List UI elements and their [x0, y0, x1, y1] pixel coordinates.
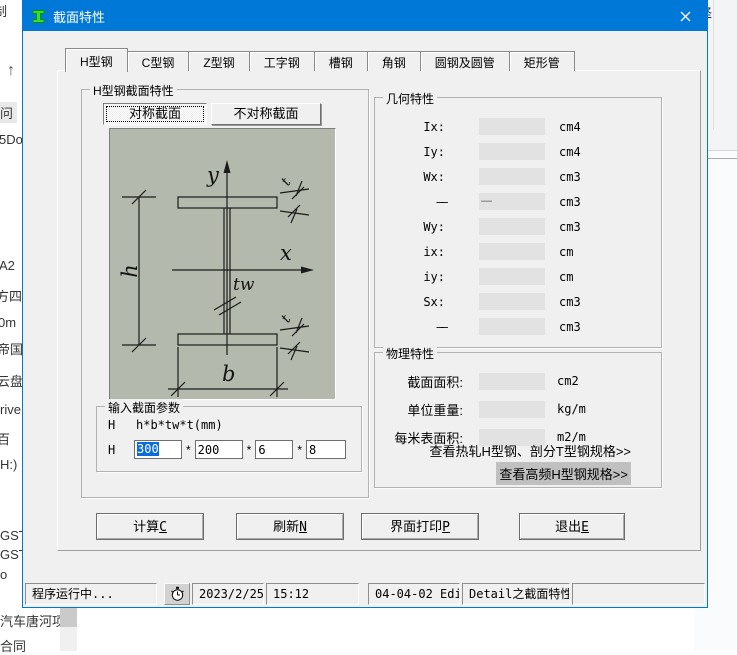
- tab-round-steel-pipe[interactable]: 圆钢及圆管: [420, 51, 510, 71]
- status-date: 2023/2/25: [192, 583, 264, 605]
- geometry-row: Wy:cm3: [375, 214, 661, 239]
- input-params-legend: 输入截面参数: [105, 399, 183, 416]
- diagram-label-y: y: [206, 163, 220, 187]
- clock-cell: [164, 583, 190, 605]
- geometry-row: iy:cm: [375, 264, 661, 289]
- refresh-button[interactable]: 刷新N: [236, 513, 344, 540]
- diagram-label-h: h: [118, 264, 142, 278]
- multiply-sign: *: [186, 443, 191, 457]
- status-running: 程序运行中...: [25, 583, 157, 605]
- bg-text: 5Do: [0, 132, 23, 147]
- print-button[interactable]: 界面打印P: [361, 513, 479, 540]
- row-label: H: [108, 443, 134, 457]
- diagram-label-t-top: t: [278, 175, 295, 189]
- status-bar: 程序运行中... 2023/2/25 15:12 04-04-02 Editio…: [25, 583, 707, 606]
- tab-rect-pipe[interactable]: 矩形管: [509, 51, 575, 71]
- section-diagram: y x tw h b: [110, 129, 335, 399]
- tab-c-steel[interactable]: C型钢: [127, 51, 190, 71]
- type-code: H: [108, 418, 136, 432]
- dialog-titlebar[interactable]: 截面特性: [23, 1, 707, 31]
- bg-text: 问: [0, 102, 17, 123]
- bg-text: 百: [0, 429, 10, 448]
- bg-text: 方四: [0, 286, 22, 305]
- bg-text: 合同: [0, 636, 26, 655]
- dimension-input-row: H 300 * * *: [108, 440, 346, 459]
- bg-text: A2: [0, 258, 15, 273]
- diagram-label-t-bottom: t: [278, 312, 295, 326]
- bg-text: o: [0, 567, 7, 582]
- hbeam-icon: [31, 9, 46, 24]
- bg-text: 汽车唐河项: [0, 611, 65, 630]
- status-time: 15:12: [266, 583, 359, 605]
- input-params-group: 输入截面参数 H h*b*tw*t(mm) H 300 * * *: [96, 406, 362, 472]
- geometry-group: 几何特性 Ix:cm4 Iy:cm4 Wx:cm3 ———cm3 Wy:cm3 …: [374, 97, 662, 348]
- result-field: [479, 293, 545, 310]
- result-field: [479, 118, 545, 135]
- diagram-label-b: b: [222, 362, 235, 386]
- dialog-title: 截面特性: [53, 7, 105, 26]
- tab-strip: H型钢 C型钢 Z型钢 工字钢 槽钢 角钢 圆钢及圆管 矩形管: [66, 47, 575, 71]
- width-input[interactable]: [195, 440, 243, 459]
- result-field: [479, 373, 545, 390]
- result-field: [479, 318, 545, 335]
- bg-text: 帝国: [0, 339, 23, 358]
- tab-angle-steel[interactable]: 角钢: [367, 51, 421, 71]
- hot-rolled-spec-link[interactable]: 查看热轧H型钢、剖分T型钢规格>>: [429, 441, 631, 460]
- tab-i-steel[interactable]: 工字钢: [249, 51, 315, 71]
- up-arrow[interactable]: ↑: [7, 62, 15, 80]
- result-field: [479, 168, 545, 185]
- bg-text: 0m: [0, 315, 16, 330]
- calculate-button[interactable]: 计算C: [96, 513, 204, 540]
- geometry-row: ix:cm: [375, 239, 661, 264]
- geometry-row: ———cm3: [375, 189, 661, 214]
- bg-text: H:): [0, 457, 17, 472]
- status-detail: Detail之截面特性: [462, 583, 570, 605]
- bg-scrollbar[interactable]: [60, 608, 77, 651]
- formula-row: H h*b*tw*t(mm): [108, 418, 223, 432]
- bg-text: 云盘: [0, 371, 23, 390]
- exit-button[interactable]: 退出E: [519, 513, 625, 540]
- geometry-row: Sx:cm3: [375, 289, 661, 314]
- tab-channel-steel[interactable]: 槽钢: [314, 51, 368, 71]
- section-properties-dialog: 截面特性 H型钢 C型钢 Z型钢 工字钢 槽钢 角钢 圆钢及圆管 矩形管 H型钢…: [22, 0, 708, 608]
- result-field: [479, 268, 545, 285]
- close-button[interactable]: [663, 1, 707, 31]
- status-empty: [572, 583, 705, 605]
- physical-group-legend: 物理特性: [383, 345, 437, 362]
- multiply-sign: *: [297, 443, 302, 457]
- diagram-label-tw: tw: [233, 275, 255, 295]
- flange-thickness-input[interactable]: [306, 440, 346, 459]
- asymmetric-section-button[interactable]: 不对称截面: [211, 103, 321, 125]
- formula-text: h*b*tw*t(mm): [136, 418, 223, 432]
- geometry-row: Ix:cm4: [375, 114, 661, 139]
- symmetric-section-button[interactable]: 对称截面: [103, 103, 207, 125]
- status-edition: 04-04-02 Edition: [368, 583, 460, 605]
- result-field: [479, 243, 545, 260]
- close-icon: [680, 11, 691, 22]
- physical-row: 单位重量:kg/m: [375, 395, 661, 423]
- tab-z-steel[interactable]: Z型钢: [188, 51, 249, 71]
- physical-group: 物理特性 截面面积:cm2 单位重量:kg/m 每米表面积:m2/m 查看热轧H…: [374, 352, 662, 488]
- section-diagram-panel: y x tw h b: [109, 128, 336, 400]
- result-field: [479, 143, 545, 160]
- geometry-row: ——cm3: [375, 314, 661, 339]
- bg-text: rive: [0, 402, 21, 417]
- web-thickness-input[interactable]: [255, 440, 293, 459]
- tab-h-steel[interactable]: H型钢: [65, 48, 128, 72]
- geometry-group-legend: 几何特性: [383, 90, 437, 107]
- high-freq-spec-button[interactable]: 查看高频H型钢规格>>: [496, 462, 631, 485]
- geometry-row: Wx:cm3: [375, 164, 661, 189]
- geometry-row: Iy:cm4: [375, 139, 661, 164]
- bg-scrollbar-thumb[interactable]: [60, 608, 77, 627]
- bg-text: 制: [0, 1, 7, 20]
- clock-icon: [170, 586, 185, 602]
- height-input[interactable]: 300: [134, 440, 182, 459]
- result-field: [479, 218, 545, 235]
- diagram-label-x: x: [280, 241, 292, 265]
- multiply-sign: *: [247, 443, 252, 457]
- physical-row: 截面面积:cm2: [375, 367, 661, 395]
- result-field: —: [479, 193, 545, 210]
- h-section-group-legend: H型钢截面特性: [90, 82, 177, 99]
- result-field: [479, 401, 545, 418]
